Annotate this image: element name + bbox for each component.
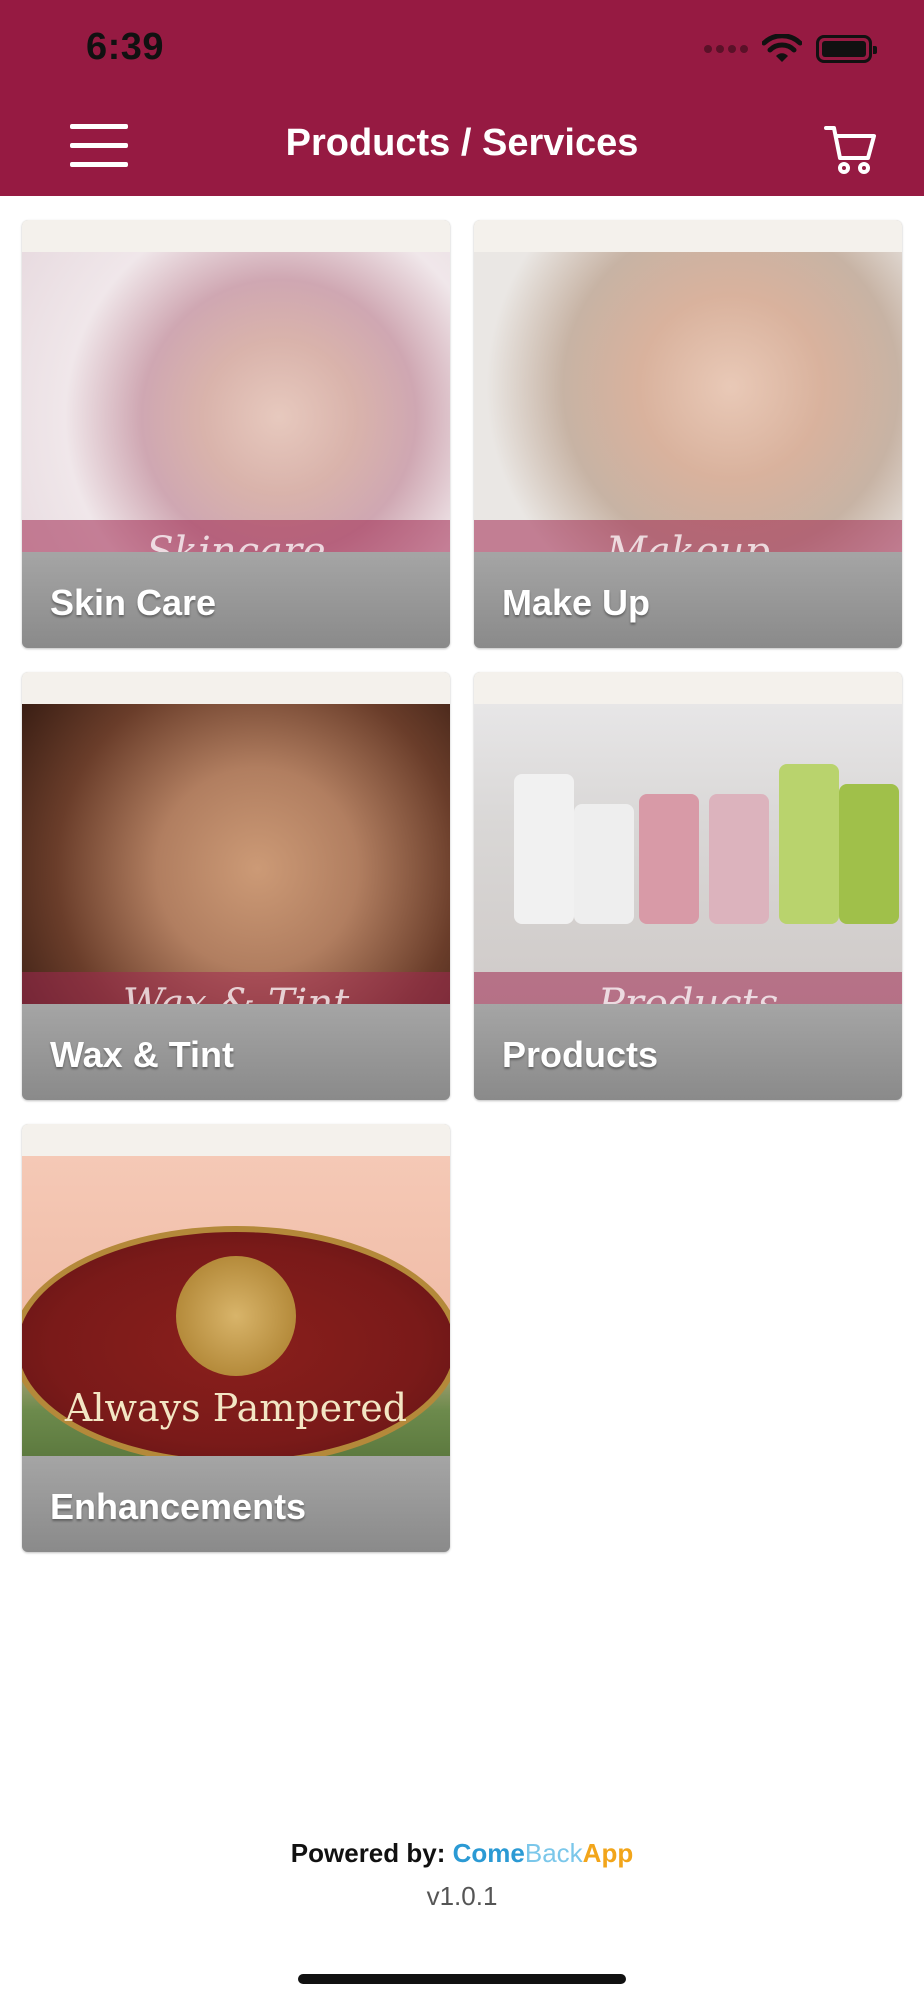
tile-label: Products [502,1034,659,1075]
tile-make-up[interactable]: Makeup Make Up [474,220,902,648]
brand-back[interactable]: Back [525,1838,583,1868]
tile-image [474,704,902,1004]
wifi-icon [762,34,802,62]
footer: Powered by: ComeBackApp v1.0.1 [0,1838,924,1912]
cart-icon[interactable] [822,120,878,176]
tile-image [474,252,902,552]
tile-label: Make Up [502,582,651,623]
powered-label: Powered by: [290,1838,446,1868]
tile-top-strip [22,220,450,252]
tile-label: Skin Care [50,582,217,623]
tile-image: Always Pampered [22,1156,450,1466]
home-indicator[interactable] [298,1974,626,1984]
tile-wax-tint[interactable]: Wax & Tint Wax & Tint [22,672,450,1100]
tile-top-strip [474,672,902,704]
product-bottle [514,774,574,924]
cellular-signal-icon [704,45,748,53]
tile-image [22,704,450,1004]
tile-label: Wax & Tint [50,1034,235,1075]
product-bottle [639,794,699,924]
tile-products[interactable]: Products Products [474,672,902,1100]
page-title: Products / Services [285,122,639,164]
product-bottle [779,764,839,924]
app-version: v1.0.1 [426,1881,498,1911]
app-header: 6:39 Products / Services [0,0,924,196]
battery-icon [816,35,877,63]
sign-text: Always Pampered [64,1386,408,1430]
product-bottle [709,794,769,924]
tile-image [22,252,450,552]
tile-enhancements[interactable]: Always Pampered Enhancements [22,1124,450,1552]
product-bottle [839,784,899,924]
tile-top-strip [22,1124,450,1156]
status-icons [704,34,877,64]
brand-come[interactable]: Come [453,1838,525,1868]
tile-top-strip [474,220,902,252]
tile-skin-care[interactable]: Skincare Skin Care [22,220,450,648]
powered-by: Powered by: ComeBackApp [0,1838,924,1869]
status-time: 6:39 [86,26,165,68]
product-bottle [574,804,634,924]
logo-medal-icon [176,1256,296,1376]
tile-top-strip [22,672,450,704]
tile-label: Enhancements [50,1486,307,1527]
brand-app[interactable]: App [583,1838,634,1868]
